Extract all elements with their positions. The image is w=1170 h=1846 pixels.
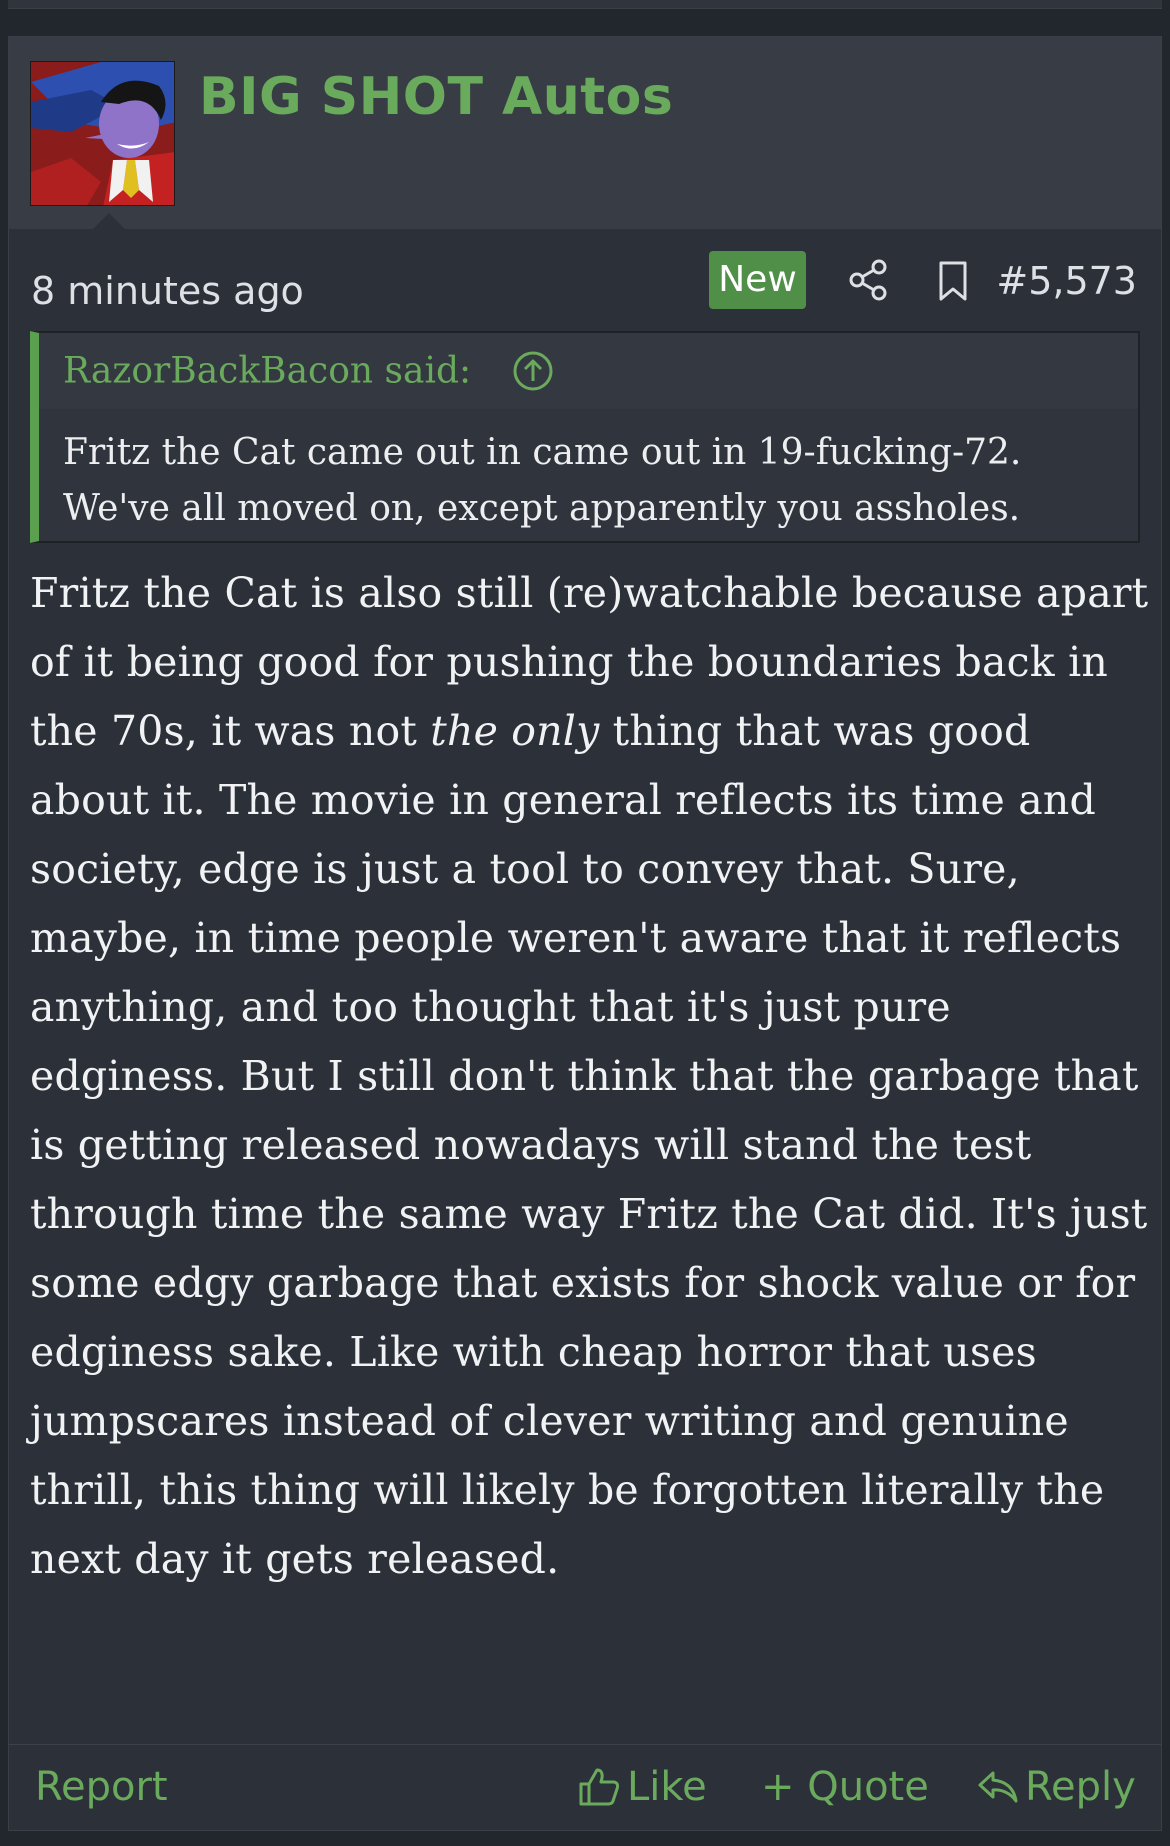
like-button[interactable]: Like — [577, 1764, 707, 1810]
quote-label: + Quote — [761, 1764, 929, 1810]
post-timestamp[interactable]: 8 minutes ago — [31, 269, 304, 313]
quote-line: We've all moved on, except apparently yo… — [63, 488, 1021, 529]
post-number-link[interactable]: #5,573 — [996, 259, 1137, 303]
quote-button[interactable]: + Quote — [761, 1764, 929, 1810]
quote-header: RazorBackBacon said: — [39, 333, 1138, 409]
quote-block: RazorBackBacon said: Fritz the Cat came … — [30, 331, 1140, 543]
forum-post: BIG SHOT Autos 8 minutes ago New #5,573 … — [8, 36, 1162, 1831]
message-text-part: thing that was good about it. The movie … — [30, 707, 1148, 1583]
avatar-image — [31, 62, 174, 205]
previous-post-edge — [0, 0, 1170, 40]
message-body: Fritz the Cat is also still (re)watchabl… — [30, 559, 1150, 1594]
arrow-up-circle-icon[interactable] — [511, 349, 555, 393]
quote-line: Fritz the Cat came out in came out in 19… — [63, 432, 1022, 473]
username[interactable]: BIG SHOT Autos — [199, 67, 673, 127]
previous-post-bottom — [8, 0, 1162, 9]
report-button[interactable]: Report — [35, 1764, 168, 1810]
new-badge: New — [709, 251, 806, 309]
report-label: Report — [35, 1764, 168, 1810]
quote-author-link[interactable]: RazorBackBacon said: — [63, 351, 471, 392]
quote-content: Fritz the Cat came out in came out in 19… — [63, 425, 1123, 537]
page-bottom-edge — [0, 1832, 1170, 1846]
reply-button[interactable]: Reply — [977, 1764, 1136, 1810]
bookmark-icon[interactable] — [933, 259, 973, 303]
message-paragraph: Fritz the Cat is also still (re)watchabl… — [30, 559, 1150, 1594]
message-emphasis: the only — [430, 707, 600, 755]
user-avatar[interactable] — [30, 61, 175, 206]
like-label: Like — [627, 1764, 707, 1810]
post-meta-row: 8 minutes ago — [9, 229, 1161, 325]
reply-label: Reply — [1025, 1764, 1136, 1810]
thumbs-up-icon — [577, 1766, 621, 1808]
reply-arrow-icon — [977, 1769, 1019, 1805]
share-icon[interactable] — [845, 257, 891, 303]
post-header: BIG SHOT Autos — [9, 37, 1161, 229]
post-actions-bar: Report Like + Quote Reply — [9, 1744, 1161, 1832]
header-notch — [93, 213, 125, 229]
